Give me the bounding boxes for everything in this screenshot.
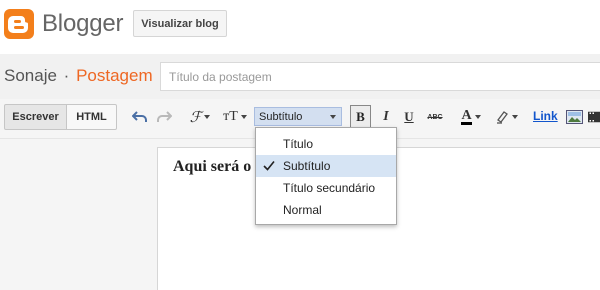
video-icon[interactable]	[588, 107, 600, 127]
breadcrumb-separator: ·	[63, 66, 70, 85]
blogger-logo-icon[interactable]	[4, 9, 34, 39]
view-blog-button[interactable]: Visualizar blog	[133, 10, 227, 37]
insert-link-button[interactable]: Link	[533, 109, 558, 123]
undo-icon[interactable]	[131, 107, 149, 127]
font-size-button[interactable]: тT	[220, 107, 250, 127]
menu-item-label: Normal	[283, 203, 322, 217]
menu-item-label: Título secundário	[283, 181, 376, 195]
italic-button[interactable]: I	[377, 107, 395, 127]
compose-mode-button[interactable]: Escrever	[4, 104, 67, 130]
post-title-input[interactable]: Título da postagem	[160, 62, 600, 91]
checkmark-icon	[263, 160, 275, 174]
html-mode-button[interactable]: HTML	[66, 104, 117, 130]
menu-item-label: Título	[283, 137, 314, 151]
chevron-down-icon	[474, 115, 481, 119]
blog-name[interactable]: Sonaje	[4, 66, 57, 85]
bold-button[interactable]: B	[350, 105, 371, 128]
app-header: Blogger Visualizar blog	[0, 0, 600, 54]
strikethrough-button[interactable]: ABC	[424, 107, 446, 127]
underline-button[interactable]: U	[400, 107, 418, 127]
menu-item-label: Subtítulo	[283, 159, 331, 173]
paragraph-style-menu: Título Subtítulo Título secundário Norma…	[255, 127, 397, 225]
editor-content[interactable]: Aqui será o	[173, 158, 257, 176]
menu-item-normal[interactable]: Normal	[256, 199, 396, 221]
breadcrumb: Sonaje · Postagem	[4, 66, 153, 86]
image-icon[interactable]	[565, 107, 583, 127]
font-size-label: тT	[223, 109, 238, 124]
text-color-button[interactable]: A	[456, 107, 486, 127]
text-color-label: A	[461, 108, 472, 125]
menu-item-titulo-secundario[interactable]: Título secundário	[256, 177, 396, 199]
chevron-down-icon	[204, 115, 211, 119]
paragraph-style-select[interactable]: Subtítulo	[254, 107, 342, 126]
chevron-down-icon	[511, 115, 518, 119]
font-family-label: ℱ	[189, 109, 202, 126]
paragraph-style-value: Subtítulo	[259, 110, 303, 123]
brand-name: Blogger	[42, 10, 124, 37]
menu-item-titulo[interactable]: Título	[256, 133, 396, 155]
chevron-down-icon	[330, 115, 336, 119]
redo-icon[interactable]	[155, 107, 173, 127]
highlighter-icon[interactable]	[491, 107, 521, 127]
font-family-button[interactable]: ℱ	[186, 107, 214, 127]
menu-item-subtitulo[interactable]: Subtítulo	[256, 155, 396, 177]
chevron-down-icon	[240, 115, 247, 119]
section-name: Postagem	[76, 66, 153, 85]
